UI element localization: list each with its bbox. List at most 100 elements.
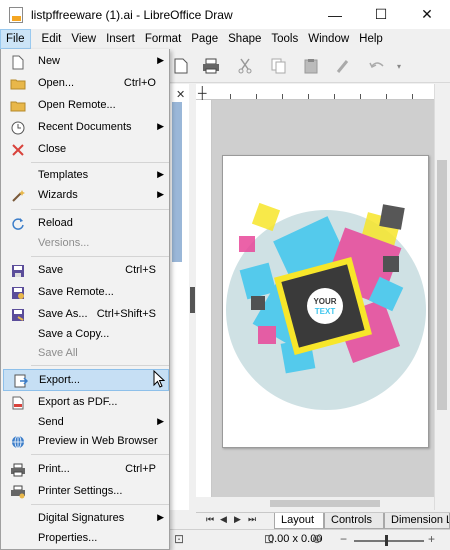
menu-bar: File Edit View Insert Format Page Shape … bbox=[0, 29, 450, 49]
badge-line2: TEXT bbox=[315, 307, 336, 316]
menuitem-export[interactable]: Export... bbox=[3, 369, 169, 391]
clone-formatting-icon[interactable] bbox=[334, 57, 352, 75]
pane-scrollbar[interactable] bbox=[172, 102, 182, 262]
submenu-arrow-icon: ▶ bbox=[157, 189, 164, 199]
menuitem-save-label: Save bbox=[38, 264, 64, 276]
export-icon bbox=[13, 373, 29, 389]
submenu-arrow-icon: ▶ bbox=[157, 55, 164, 65]
new-page-icon[interactable] bbox=[172, 57, 190, 75]
menuitem-versions[interactable]: Versions... bbox=[1, 233, 170, 255]
menuitem-new-label: New bbox=[38, 55, 61, 67]
window-controls: — ☐ ✕ bbox=[312, 0, 450, 29]
menuitem-save-shortcut: Ctrl+S bbox=[125, 264, 156, 276]
menu-file[interactable]: File bbox=[0, 29, 31, 49]
menuitem-save-copy-label: Save a Copy... bbox=[38, 328, 110, 340]
menuitem-close-label: Close bbox=[38, 143, 67, 155]
zoom-slider[interactable] bbox=[354, 540, 424, 542]
submenu-arrow-icon: ▶ bbox=[157, 121, 164, 131]
menuitem-open[interactable]: Open... Ctrl+O bbox=[1, 73, 170, 95]
menu-separator bbox=[31, 365, 169, 366]
menu-insert[interactable]: Insert bbox=[101, 29, 140, 49]
close-window-button[interactable]: ✕ bbox=[404, 0, 450, 29]
menuitem-preview-web-label: Preview in Web Browser bbox=[38, 435, 158, 447]
badge-line1: YOUR bbox=[313, 297, 336, 306]
menuitem-open-shortcut: Ctrl+O bbox=[123, 77, 156, 89]
horizontal-ruler bbox=[196, 84, 434, 100]
mouse-cursor-icon bbox=[153, 370, 165, 388]
menuitem-reload[interactable]: Reload bbox=[1, 213, 170, 235]
menu-separator bbox=[31, 256, 169, 257]
window-title: listpffreeware (1).ai - LibreOffice Draw bbox=[31, 7, 233, 22]
submenu-arrow-icon: ▶ bbox=[157, 512, 164, 522]
menuitem-recent-label: Recent Documents bbox=[38, 121, 132, 133]
paste-icon[interactable] bbox=[302, 57, 320, 75]
pane-close-icon[interactable]: ✕ bbox=[176, 88, 185, 101]
menuitem-save[interactable]: Save Ctrl+S bbox=[1, 260, 170, 282]
horizontal-scroll-thumb[interactable] bbox=[270, 500, 380, 507]
zoom-out-icon[interactable]: − bbox=[340, 532, 347, 546]
minimize-button[interactable]: — bbox=[312, 0, 358, 29]
menuitem-save-remote[interactable]: Save Remote... bbox=[1, 282, 170, 304]
floppy-save-icon bbox=[10, 263, 26, 279]
zoom-slider-knob[interactable] bbox=[385, 535, 388, 546]
ruler-tick bbox=[256, 94, 257, 99]
menuitem-preview-web[interactable]: Preview in Web Browser bbox=[1, 431, 170, 453]
tab-controls[interactable]: Controls bbox=[324, 513, 384, 529]
menuitem-save-all[interactable]: Save All bbox=[1, 343, 170, 365]
menuitem-open-remote-label: Open Remote... bbox=[38, 99, 116, 111]
menuitem-send-label: Send bbox=[38, 416, 64, 428]
maximize-button[interactable]: ☐ bbox=[358, 0, 404, 29]
undo-icon[interactable] bbox=[368, 57, 386, 75]
drawing-page[interactable]: YOUR TEXT bbox=[222, 155, 429, 448]
printer-settings-icon bbox=[10, 484, 26, 500]
menuitem-recent-documents[interactable]: Recent Documents ▶ bbox=[1, 117, 170, 139]
printer-icon bbox=[10, 462, 26, 478]
menu-tools[interactable]: Tools bbox=[266, 29, 303, 49]
menuitem-printer-settings[interactable]: Printer Settings... bbox=[1, 481, 170, 503]
first-tab-icon[interactable]: ⏮ bbox=[206, 514, 214, 525]
ruler-tick bbox=[412, 94, 413, 99]
menuitem-open-remote[interactable]: Open Remote... bbox=[1, 95, 170, 117]
prev-tab-icon[interactable]: ◀ bbox=[220, 514, 227, 525]
menu-help[interactable]: Help bbox=[354, 29, 388, 49]
artwork-graphic[interactable]: YOUR TEXT bbox=[223, 156, 429, 448]
menuitem-save-all-label: Save All bbox=[38, 347, 78, 359]
floppy-remote-icon bbox=[10, 285, 26, 301]
menuitem-templates[interactable]: Templates ▶ bbox=[1, 165, 170, 187]
menu-shape[interactable]: Shape bbox=[223, 29, 266, 49]
menu-view[interactable]: View bbox=[66, 29, 101, 49]
tab-dimension-lines[interactable]: Dimension Lines bbox=[384, 513, 450, 529]
ruler-origin-icon: ┼ bbox=[198, 86, 207, 100]
copy-icon[interactable] bbox=[270, 57, 288, 75]
vertical-scroll-thumb[interactable] bbox=[437, 160, 447, 410]
ruler-tick bbox=[386, 94, 387, 99]
menu-file-label: File bbox=[6, 33, 25, 45]
last-tab-icon[interactable]: ⏭ bbox=[248, 514, 256, 525]
menu-page[interactable]: Page bbox=[186, 29, 223, 49]
fit-page-icon[interactable]: ⊕ bbox=[312, 532, 322, 546]
next-tab-icon[interactable]: ▶ bbox=[234, 514, 241, 525]
menuitem-wizards[interactable]: Wizards ▶ bbox=[1, 185, 170, 207]
menuitem-digital-signatures[interactable]: Digital Signatures ▶ bbox=[1, 508, 170, 530]
menuitem-print[interactable]: Print... Ctrl+P bbox=[1, 459, 170, 481]
print-icon[interactable] bbox=[202, 57, 220, 75]
draw-app-icon bbox=[9, 6, 23, 23]
splitter-handle-icon[interactable] bbox=[190, 287, 195, 313]
menuitem-close[interactable]: Close bbox=[1, 139, 170, 161]
menu-format[interactable]: Format bbox=[140, 29, 186, 49]
folder-remote-icon bbox=[10, 98, 26, 114]
submenu-arrow-icon: ▶ bbox=[157, 416, 164, 426]
title-bar: listpffreeware (1).ai - LibreOffice Draw… bbox=[0, 0, 450, 29]
menuitem-properties[interactable]: Properties... bbox=[1, 528, 170, 550]
cut-icon[interactable] bbox=[236, 57, 254, 75]
menuitem-new[interactable]: New ▶ bbox=[1, 51, 170, 73]
menuitem-export-pdf-label: Export as PDF... bbox=[38, 396, 118, 408]
submenu-arrow-icon: ▶ bbox=[157, 169, 164, 179]
zoom-in-icon[interactable]: + bbox=[428, 532, 435, 546]
menuitem-save-as[interactable]: Save As... Ctrl+Shift+S bbox=[1, 304, 170, 326]
undo-dropdown-icon[interactable]: ▾ bbox=[390, 57, 408, 75]
menu-edit[interactable]: Edit bbox=[37, 29, 67, 49]
menu-window[interactable]: Window bbox=[303, 29, 354, 49]
tab-layout[interactable]: Layout bbox=[274, 513, 324, 529]
menuitem-export-pdf[interactable]: Export as PDF... bbox=[1, 392, 170, 414]
